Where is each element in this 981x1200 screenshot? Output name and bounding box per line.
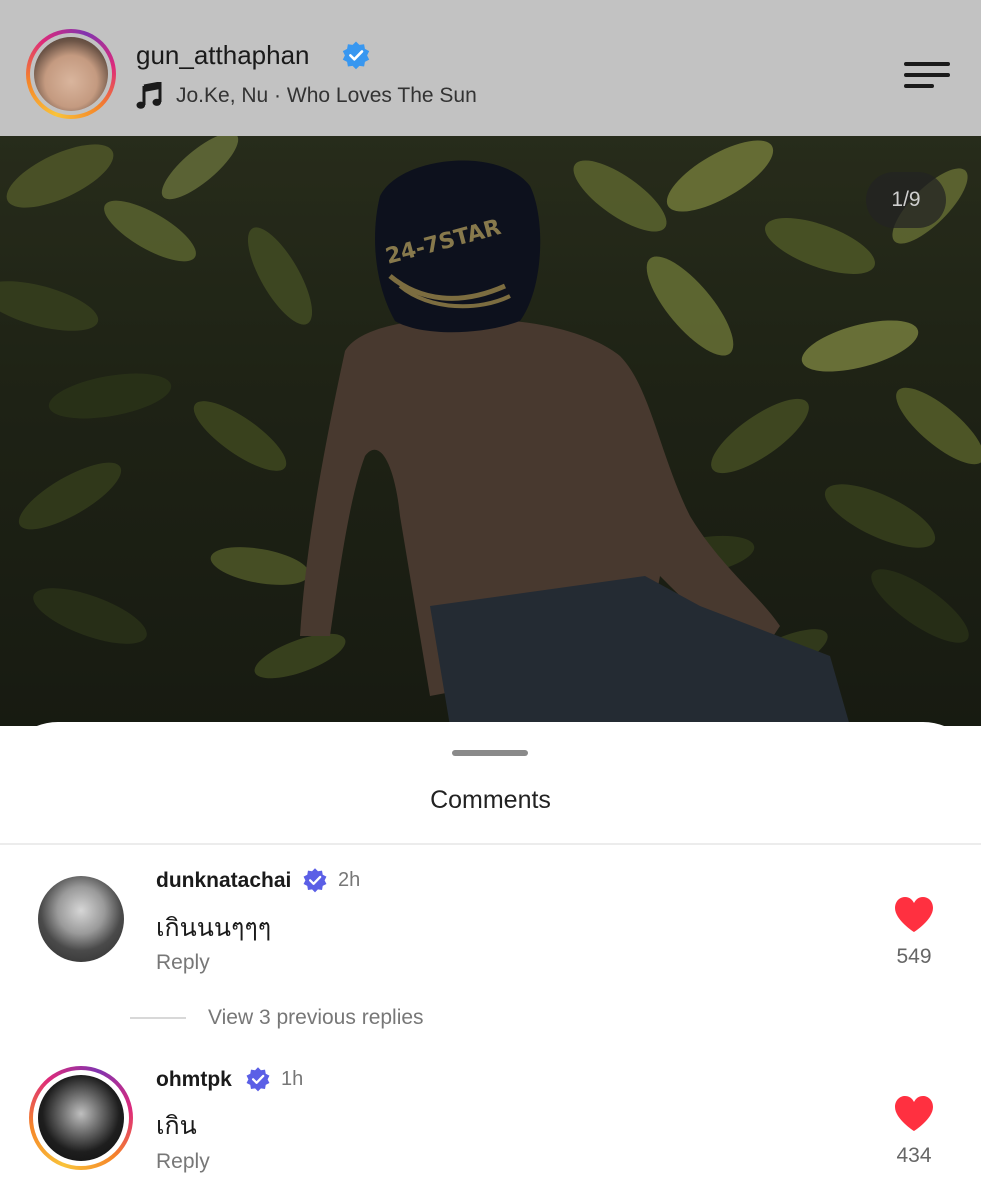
- sheet-divider: [0, 843, 981, 845]
- verified-badge-icon: [303, 868, 327, 893]
- profile-avatar[interactable]: [26, 29, 116, 119]
- photo-dim-overlay: [0, 136, 981, 726]
- avatar-photo: [34, 37, 108, 111]
- comment-text: เกิน: [156, 1112, 197, 1140]
- post-username[interactable]: gun_atthaphan: [136, 40, 310, 71]
- reply-button[interactable]: Reply: [156, 1150, 210, 1174]
- heart-icon[interactable]: [893, 896, 935, 934]
- comment-text: เกินนนๆๆๆ: [156, 914, 272, 942]
- commenter-avatar: [38, 1075, 124, 1161]
- verified-badge-icon: [342, 41, 370, 70]
- post-photo[interactable]: 24-7STAR: [0, 136, 981, 726]
- comments-sheet: Comments: [0, 722, 981, 1200]
- music-track-label[interactable]: Jo.Ke, Nu · Who Loves The Sun: [176, 84, 477, 108]
- post-header: gun_atthaphan Jo.Ke, Nu · Who Loves The …: [0, 0, 981, 136]
- sheet-drag-handle[interactable]: [452, 750, 528, 756]
- comments-title: Comments: [430, 786, 551, 814]
- like-count: 434: [896, 1144, 932, 1167]
- comment-time: 2h: [338, 869, 361, 891]
- menu-icon[interactable]: [900, 58, 954, 92]
- commenter-username[interactable]: dunknatachai: [156, 869, 291, 893]
- like-count: 549: [896, 945, 932, 968]
- carousel-counter: 1/9: [866, 172, 946, 228]
- verified-badge-icon: [246, 1067, 270, 1092]
- heart-icon[interactable]: [893, 1095, 935, 1133]
- commenter-username[interactable]: ohmtpk: [156, 1068, 232, 1092]
- comment-time: 1h: [281, 1068, 304, 1090]
- commenter-avatar[interactable]: [38, 876, 124, 962]
- reply-button[interactable]: Reply: [156, 951, 210, 975]
- commenter-avatar-ring[interactable]: [29, 1066, 133, 1170]
- music-note-icon: [136, 82, 162, 109]
- view-previous-replies-link[interactable]: View 3 previous replies: [208, 1006, 424, 1030]
- replies-divider-line: [130, 1017, 186, 1019]
